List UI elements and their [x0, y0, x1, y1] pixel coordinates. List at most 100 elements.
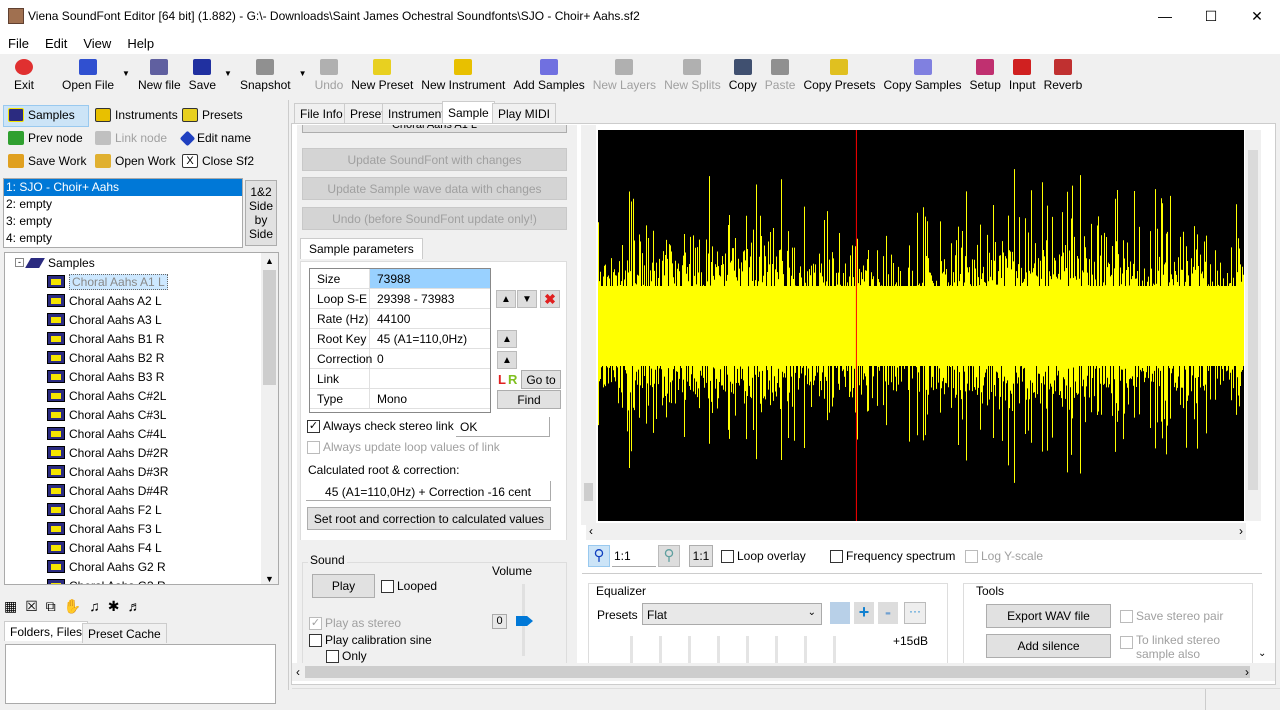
- input-button[interactable]: Input: [1005, 55, 1040, 92]
- tree-sample-item[interactable]: Choral Aahs A1 L: [5, 272, 278, 291]
- loop-overlay-checkbox[interactable]: Loop overlay: [721, 549, 806, 564]
- log-y-scale-checkbox[interactable]: Log Y-scale: [965, 549, 1043, 564]
- tree-sample-item[interactable]: Choral Aahs G2 R: [5, 557, 278, 576]
- prev-node-button[interactable]: Prev node: [8, 131, 83, 145]
- eq-more-icon[interactable]: ···: [904, 602, 926, 624]
- always-update-loop-checkbox[interactable]: Always update loop values of link: [307, 440, 500, 455]
- copy-presets-button[interactable]: Copy Presets: [799, 55, 879, 92]
- eq-preset-select[interactable]: Flat ⌄: [642, 603, 822, 625]
- setup-button[interactable]: Setup: [966, 55, 1005, 92]
- save-work-button[interactable]: Save Work: [8, 154, 86, 168]
- undo-button[interactable]: Undo (before SoundFont update only!): [302, 207, 567, 230]
- play-calibration-checkbox[interactable]: Play calibration sine: [309, 633, 432, 648]
- eq-band-slider[interactable]: [804, 636, 807, 664]
- snapshot-button[interactable]: Snapshot: [236, 55, 295, 92]
- param-value[interactable]: 73988: [370, 269, 490, 288]
- tree-sample-item[interactable]: Choral Aahs A2 L: [5, 291, 278, 310]
- file-browser[interactable]: [5, 644, 276, 704]
- param-value[interactable]: 44100: [370, 309, 490, 328]
- waveform-display[interactable]: [598, 130, 1244, 521]
- new-splits-button[interactable]: New Splits: [660, 55, 725, 92]
- always-check-stereo-checkbox[interactable]: ✓ Always check stereo link: [307, 419, 454, 434]
- find-button[interactable]: Find: [497, 390, 561, 409]
- open-file-button[interactable]: Open File: [58, 55, 118, 92]
- loop-end-set-button[interactable]: ▼: [517, 290, 537, 308]
- eq-band-slider[interactable]: [833, 636, 836, 664]
- link-node-button[interactable]: Link node: [95, 131, 167, 145]
- tree-scrollbar[interactable]: ▲ ▼: [261, 253, 278, 584]
- tree-root[interactable]: - Samples: [5, 253, 278, 272]
- eq-band-slider[interactable]: [775, 636, 778, 664]
- update-soundfont-button[interactable]: Update SoundFont with changes: [302, 148, 567, 171]
- tree-sample-item[interactable]: Choral Aahs F2 L: [5, 500, 278, 519]
- undo-button[interactable]: Undo: [311, 55, 348, 92]
- tree-sample-item[interactable]: Choral Aahs B3 R: [5, 367, 278, 386]
- eq-add-icon[interactable]: +: [854, 602, 874, 624]
- eq-band-slider[interactable]: [746, 636, 749, 664]
- reverb-button[interactable]: Reverb: [1040, 55, 1087, 92]
- param-value[interactable]: Mono: [370, 389, 490, 408]
- open-work-button[interactable]: Open Work: [95, 154, 175, 168]
- tree-sample-item[interactable]: Choral Aahs A3 L: [5, 310, 278, 329]
- new-instrument-button[interactable]: New Instrument: [417, 55, 509, 92]
- param-value[interactable]: 45 (A1=110,0Hz): [370, 329, 490, 348]
- eq-band-slider[interactable]: [630, 636, 633, 664]
- tree-sample-item[interactable]: Choral Aahs B1 R: [5, 329, 278, 348]
- notes-icon[interactable]: ♬: [127, 598, 141, 615]
- mode-presets[interactable]: Presets: [182, 108, 243, 122]
- set-root-button[interactable]: Set root and correction to calculated va…: [307, 507, 551, 530]
- tab-folders-files[interactable]: Folders, Files: [4, 621, 89, 641]
- instrument-icon[interactable]: ♫: [89, 598, 100, 615]
- controls-scrollbar[interactable]: [581, 125, 596, 525]
- eq-band-slider[interactable]: [717, 636, 720, 664]
- go-to-button[interactable]: Go to: [521, 370, 561, 389]
- export-wav-button[interactable]: Export WAV file: [986, 604, 1111, 628]
- zoom-in-icon[interactable]: ⚲: [588, 545, 610, 567]
- clear-loop-icon[interactable]: ✖: [540, 290, 560, 308]
- param-value[interactable]: 0: [370, 349, 490, 368]
- copy-samples-button[interactable]: Copy Samples: [879, 55, 965, 92]
- only-checkbox[interactable]: Only: [326, 649, 367, 664]
- add-silence-button[interactable]: Add silence: [986, 634, 1111, 658]
- close-button[interactable]: ✕: [1234, 0, 1280, 32]
- tools-icon[interactable]: ✱: [108, 598, 120, 615]
- scroll-down-icon[interactable]: ⌄: [1258, 648, 1266, 659]
- eq-band-slider[interactable]: [659, 636, 662, 664]
- scroll-thumb[interactable]: [263, 270, 276, 385]
- slot-item[interactable]: 2: empty: [4, 196, 242, 213]
- save-button[interactable]: Save: [185, 55, 220, 92]
- mode-samples[interactable]: Samples: [8, 108, 75, 122]
- correction-set-button[interactable]: ▲: [497, 351, 517, 369]
- save-stereo-pair-checkbox[interactable]: Save stereo pair: [1120, 609, 1223, 624]
- collapse-icon[interactable]: -: [15, 258, 24, 267]
- copy-button[interactable]: Copy: [725, 55, 761, 92]
- mode-instruments[interactable]: Instruments: [95, 108, 178, 122]
- tree-sample-item[interactable]: Choral Aahs F4 L: [5, 538, 278, 557]
- close-sf2-button[interactable]: X Close Sf2: [182, 154, 254, 168]
- tree-sample-item[interactable]: Choral Aahs C#3L: [5, 405, 278, 424]
- minimize-button[interactable]: —: [1142, 0, 1188, 32]
- play-button[interactable]: Play: [312, 574, 375, 598]
- tab-play-midi[interactable]: Play MIDI: [492, 103, 557, 123]
- zoom-field[interactable]: 1:1: [612, 545, 656, 567]
- hand-icon[interactable]: ✋: [64, 598, 81, 615]
- tree-sample-item[interactable]: Choral Aahs B2 R: [5, 348, 278, 367]
- paste-button[interactable]: Paste: [761, 55, 800, 92]
- left-channel-label[interactable]: L: [498, 372, 506, 387]
- play-as-stereo-checkbox[interactable]: ✓ Play as stereo: [309, 616, 401, 631]
- exit-button[interactable]: Exit: [10, 55, 38, 92]
- dropdown-arrow-icon[interactable]: ▼: [118, 69, 134, 78]
- dropdown-arrow-icon[interactable]: ▼: [220, 69, 236, 78]
- tree-sample-item[interactable]: Choral Aahs F3 L: [5, 519, 278, 538]
- param-value[interactable]: [370, 369, 490, 388]
- tab-sample[interactable]: Sample: [442, 101, 495, 123]
- menu-file[interactable]: File: [0, 36, 37, 51]
- new-layers-button[interactable]: New Layers: [589, 55, 660, 92]
- tab-file-info[interactable]: File Info: [294, 103, 349, 123]
- update-wave-button[interactable]: Update Sample wave data with changes: [302, 177, 567, 200]
- menu-view[interactable]: View: [75, 36, 119, 51]
- tree-sample-item[interactable]: Choral Aahs C#2L: [5, 386, 278, 405]
- copy-icon[interactable]: ⧉: [46, 598, 56, 615]
- edit-name-button[interactable]: Edit name: [179, 130, 251, 146]
- waveform-hscrollbar[interactable]: ‹ ›: [586, 523, 1246, 540]
